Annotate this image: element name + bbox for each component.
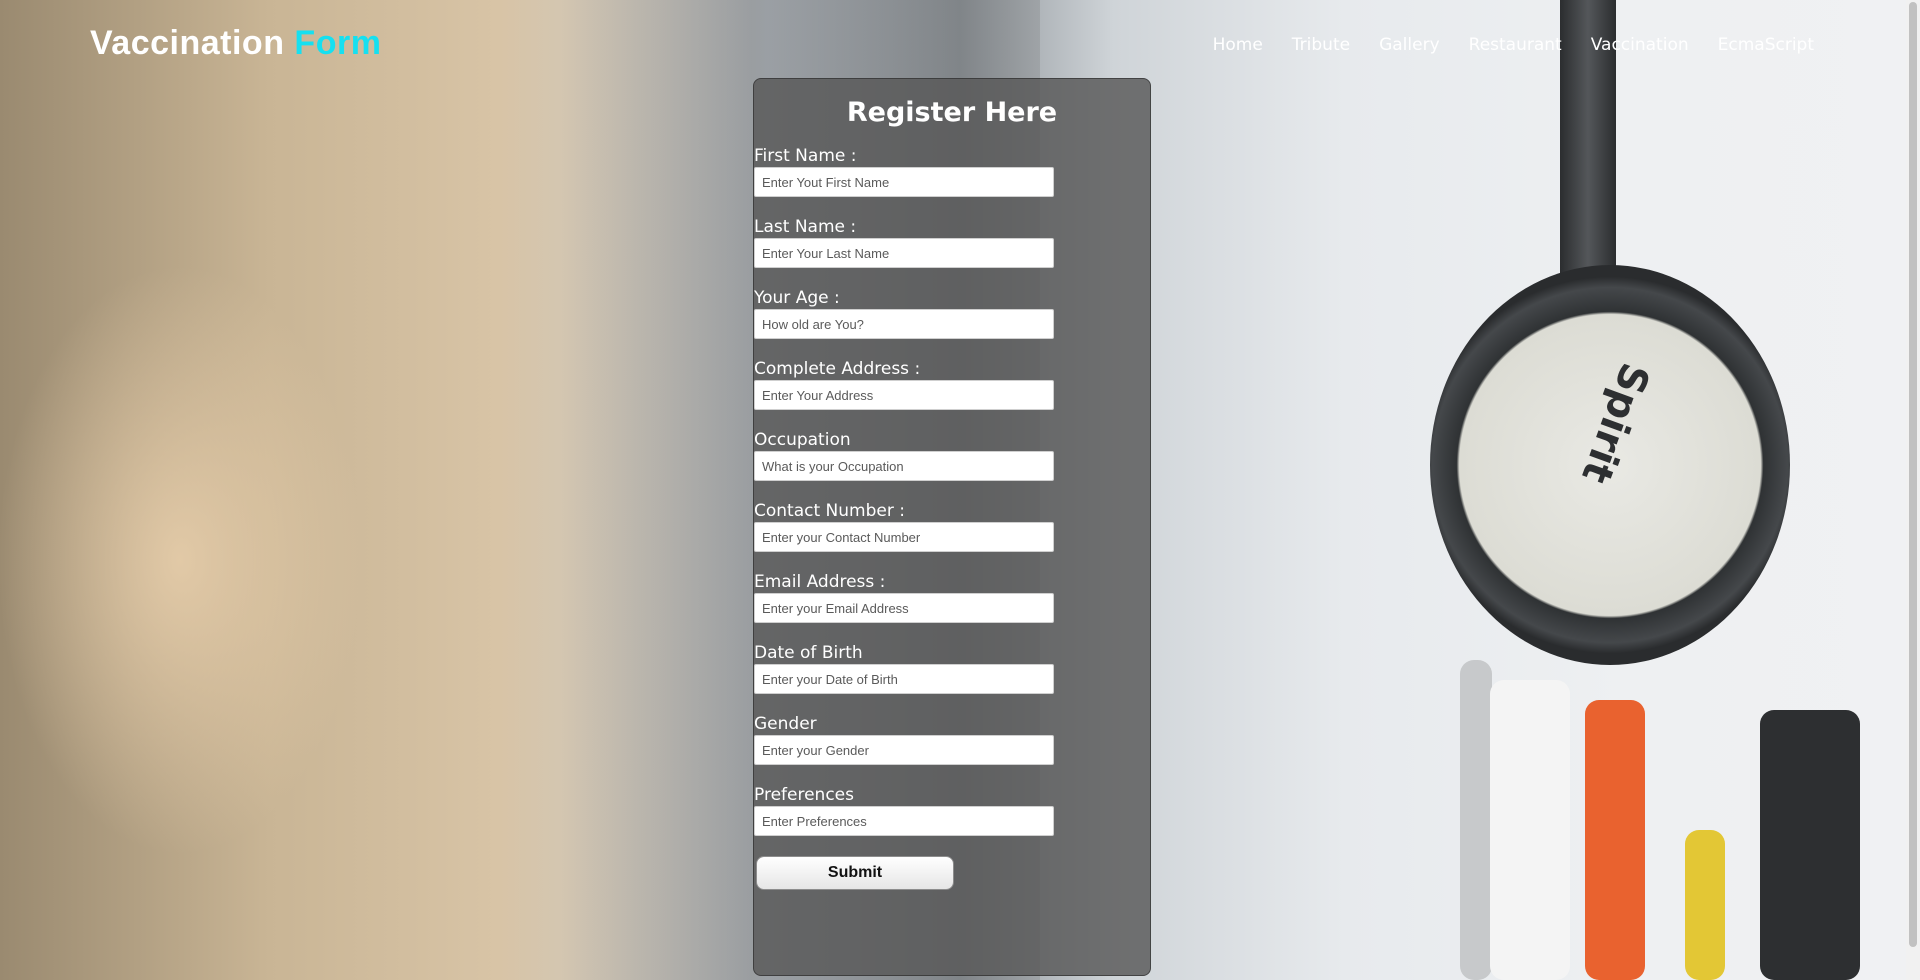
address-input[interactable] <box>754 380 1054 410</box>
field-address: Complete Address : <box>754 359 1150 410</box>
field-date-of-birth: Date of Birth <box>754 643 1150 694</box>
age-label: Your Age : <box>754 288 840 308</box>
main-nav: Home Tribute Gallery Restaurant Vaccinat… <box>1213 35 1814 55</box>
pen-black <box>1760 710 1860 980</box>
field-email: Email Address : <box>754 572 1150 623</box>
gender-label: Gender <box>754 714 817 734</box>
date-of-birth-input[interactable] <box>754 664 1054 694</box>
site-logo[interactable]: Vaccination Form <box>90 24 381 63</box>
field-age: Your Age : <box>754 288 1150 339</box>
field-contact-number: Contact Number : <box>754 501 1150 552</box>
field-last-name: Last Name : <box>754 217 1150 268</box>
address-label: Complete Address : <box>754 359 921 379</box>
form-fields: First Name : Last Name : Your Age : Comp… <box>754 146 1150 836</box>
contact-number-input[interactable] <box>754 522 1054 552</box>
form-title: Register Here <box>846 97 1058 128</box>
nav-tribute[interactable]: Tribute <box>1292 35 1350 55</box>
pen-orange <box>1585 700 1645 980</box>
first-name-input[interactable] <box>754 167 1054 197</box>
pen-white <box>1490 680 1570 980</box>
nav-home[interactable]: Home <box>1213 35 1263 55</box>
page: Spirit Vaccination Form Home Tribute Gal… <box>0 0 1920 980</box>
submit-button[interactable]: Submit <box>756 856 954 890</box>
field-gender: Gender <box>754 714 1150 765</box>
nav-vaccination[interactable]: Vaccination <box>1591 35 1689 55</box>
gender-input[interactable] <box>754 735 1054 765</box>
pen-gray <box>1460 660 1492 980</box>
field-preferences: Preferences <box>754 785 1150 836</box>
registration-panel: Register Here First Name : Last Name : Y… <box>753 78 1151 976</box>
scrollbar-thumb[interactable] <box>1909 2 1917 947</box>
logo-main: Vaccination <box>90 24 285 62</box>
email-label: Email Address : <box>754 572 886 592</box>
occupation-label: Occupation <box>754 430 851 450</box>
logo-accent: Form <box>294 24 382 62</box>
field-occupation: Occupation <box>754 430 1150 481</box>
nav-gallery[interactable]: Gallery <box>1379 35 1440 55</box>
preferences-input[interactable] <box>754 806 1054 836</box>
first-name-label: First Name : <box>754 146 857 166</box>
nav-restaurant[interactable]: Restaurant <box>1469 35 1562 55</box>
preferences-label: Preferences <box>754 785 854 805</box>
email-input[interactable] <box>754 593 1054 623</box>
pen-yellow <box>1685 830 1725 980</box>
last-name-label: Last Name : <box>754 217 857 237</box>
field-first-name: First Name : <box>754 146 1150 197</box>
nav-ecmascript[interactable]: EcmaScript <box>1718 35 1814 55</box>
date-of-birth-label: Date of Birth <box>754 643 863 663</box>
contact-number-label: Contact Number : <box>754 501 905 521</box>
page-scrollbar[interactable] <box>1906 0 1920 980</box>
occupation-input[interactable] <box>754 451 1054 481</box>
last-name-input[interactable] <box>754 238 1054 268</box>
age-input[interactable] <box>754 309 1054 339</box>
